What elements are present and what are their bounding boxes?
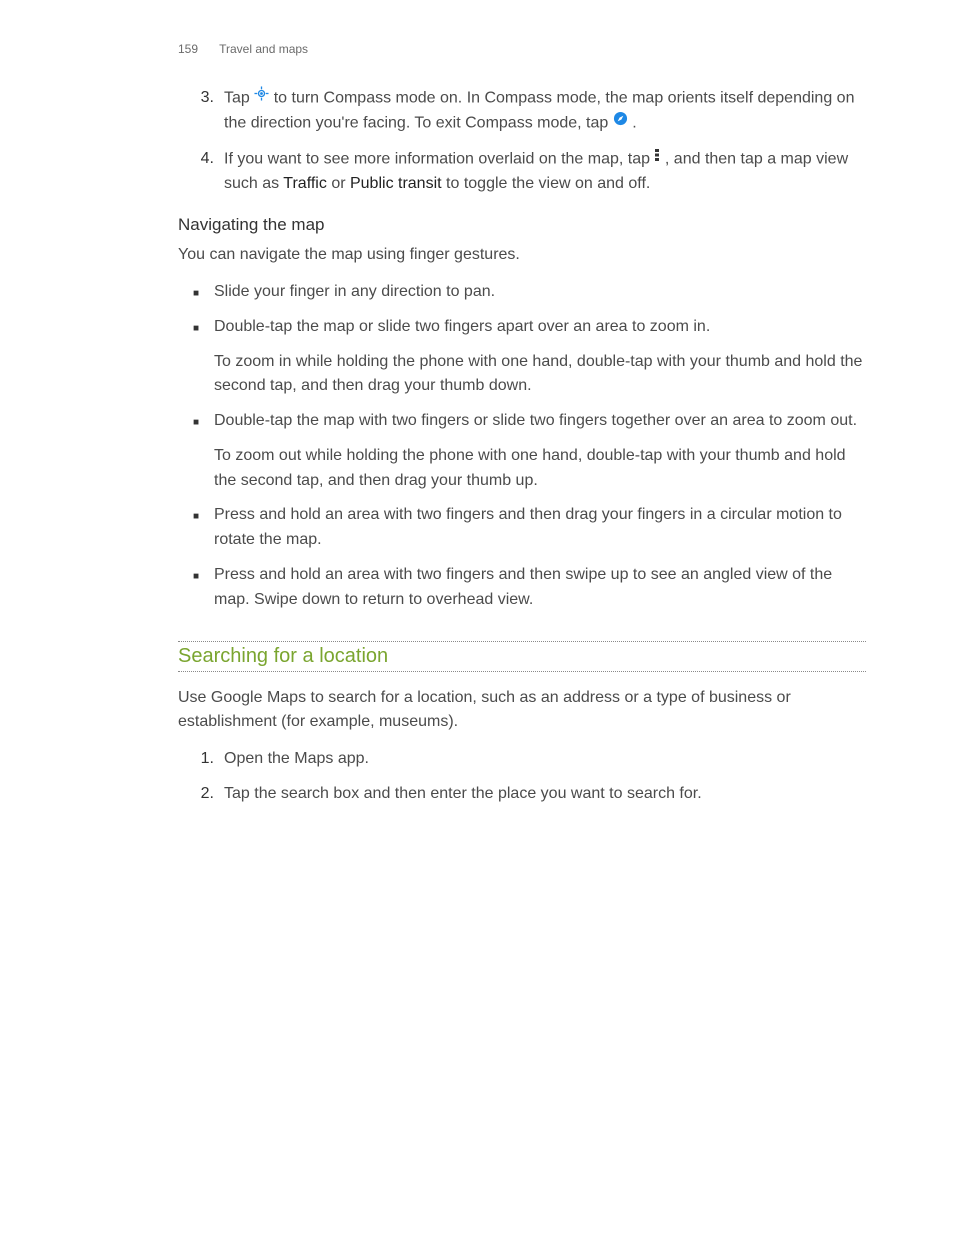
page-header: 159 Travel and maps bbox=[178, 42, 866, 56]
search-intro: Use Google Maps to search for a location… bbox=[178, 686, 866, 736]
header-section: Travel and maps bbox=[219, 42, 308, 56]
list-text: Slide your finger in any direction to pa… bbox=[214, 280, 866, 305]
bold-traffic: Traffic bbox=[283, 175, 327, 192]
list-item: ■ Press and hold an area with two finger… bbox=[178, 563, 866, 613]
list-text: To zoom out while holding the phone with… bbox=[214, 444, 866, 494]
step-number: 1. bbox=[178, 747, 224, 772]
step-4: 4. If you want to see more information o… bbox=[178, 147, 866, 197]
list-item: ■ Press and hold an area with two finger… bbox=[178, 503, 866, 553]
step-text: Tap to turn Compass mode on. In Compass … bbox=[224, 86, 866, 137]
bullet-icon: ■ bbox=[178, 280, 214, 305]
step-text: Open the Maps app. bbox=[224, 747, 866, 772]
list-text: Double-tap the map with two fingers or s… bbox=[214, 409, 866, 434]
bullet-icon: ■ bbox=[178, 563, 214, 613]
bullet-icon: ■ bbox=[178, 503, 214, 553]
search-steps: 1. Open the Maps app. 2. Tap the search … bbox=[178, 747, 866, 807]
list-item: ■ Double-tap the map or slide two finger… bbox=[178, 315, 866, 399]
menu-overflow-icon bbox=[654, 146, 660, 171]
step-number: 3. bbox=[178, 86, 224, 137]
subheading-navigating: Navigating the map bbox=[178, 215, 866, 235]
list-text: Double-tap the map or slide two fingers … bbox=[214, 315, 866, 340]
bold-public-transit: Public transit bbox=[350, 175, 442, 192]
divider-dotted-bottom bbox=[178, 671, 866, 672]
page: 159 Travel and maps 3. Tap to tu bbox=[0, 0, 954, 1235]
step-3: 3. Tap to turn Compass mode on. In Compa… bbox=[178, 86, 866, 137]
step-number: 4. bbox=[178, 147, 224, 197]
compass-target-icon bbox=[254, 85, 269, 110]
page-number: 159 bbox=[178, 42, 216, 56]
list-text: To zoom in while holding the phone with … bbox=[214, 350, 866, 400]
list-item: ■ Double-tap the map with two fingers or… bbox=[178, 409, 866, 493]
compass-exit-icon bbox=[613, 110, 628, 135]
bullet-icon: ■ bbox=[178, 409, 214, 493]
step-number: 2. bbox=[178, 782, 224, 807]
nav-intro: You can navigate the map using finger ge… bbox=[178, 243, 866, 268]
section-searching: Searching for a location bbox=[178, 641, 866, 672]
list-text: Press and hold an area with two fingers … bbox=[214, 503, 866, 553]
bullet-icon: ■ bbox=[178, 315, 214, 399]
steps-compass: 3. Tap to turn Compass mode on. In Compa… bbox=[178, 86, 866, 197]
divider-dotted-top bbox=[178, 641, 866, 642]
nav-gestures-list: ■ Slide your finger in any direction to … bbox=[178, 280, 866, 613]
step-text: If you want to see more information over… bbox=[224, 147, 866, 197]
search-step-1: 1. Open the Maps app. bbox=[178, 747, 866, 772]
section-title-searching: Searching for a location bbox=[178, 645, 392, 668]
search-step-2: 2. Tap the search box and then enter the… bbox=[178, 782, 866, 807]
step-text: Tap the search box and then enter the pl… bbox=[224, 782, 866, 807]
list-item: ■ Slide your finger in any direction to … bbox=[178, 280, 866, 305]
list-text: Press and hold an area with two fingers … bbox=[214, 563, 866, 613]
